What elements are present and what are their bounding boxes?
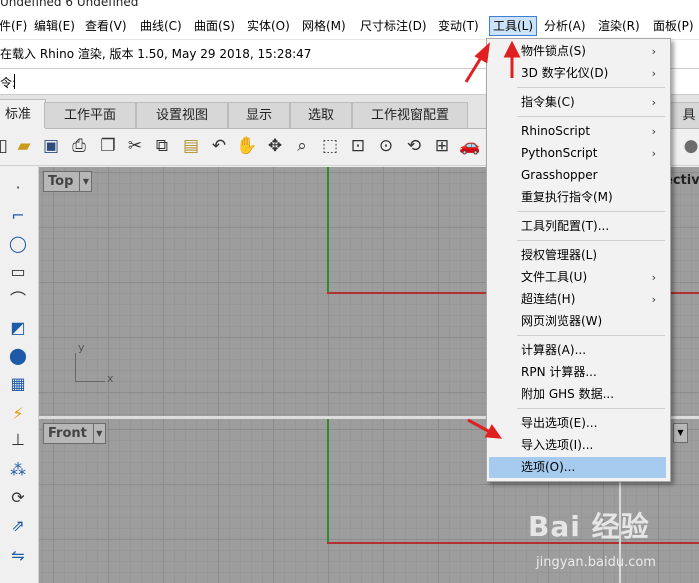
arrow-to-tools-menu [464,55,484,83]
arrow-head-icon [503,40,521,58]
arrow-to-options [467,418,491,434]
annotation-arrows [464,40,521,439]
arrow-head-icon [484,424,503,439]
